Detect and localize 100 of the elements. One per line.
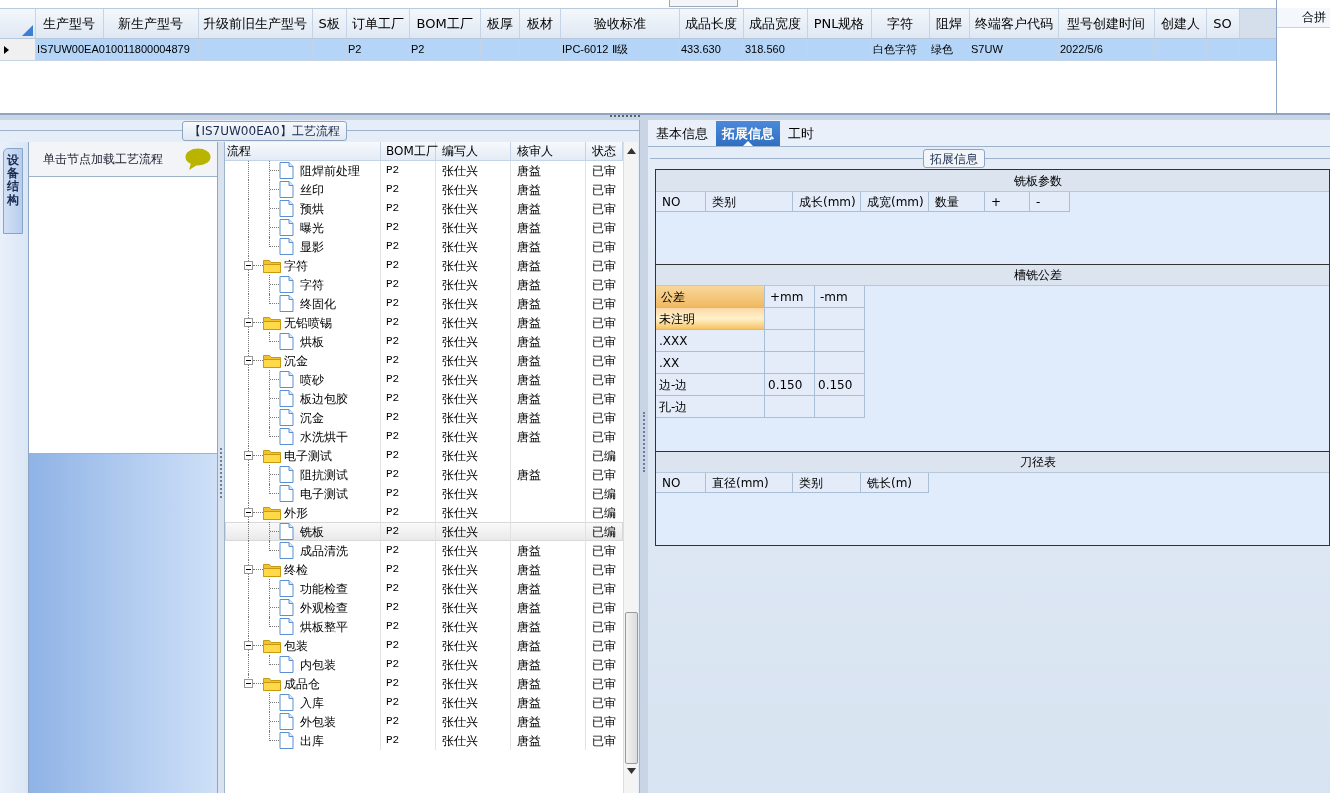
tree-row[interactable]: 电子测试 P2 张仕兴 已编 xyxy=(225,446,623,465)
table-cell-text: 已编 xyxy=(591,485,617,503)
table-cell-text: P2 xyxy=(385,429,401,445)
tab[interactable]: 拓展信息 xyxy=(716,121,780,146)
tree-node-label: 包装 xyxy=(284,637,308,655)
column-header[interactable]: 型号创建时间 xyxy=(1058,9,1155,38)
collapse-icon[interactable] xyxy=(244,261,253,270)
table-cell-text: 张仕兴 xyxy=(441,599,479,617)
row-header-cell[interactable]: .XXX xyxy=(656,330,765,352)
tree-row[interactable]: 铣板 P2 张仕兴 已编 xyxy=(225,522,623,541)
column-header[interactable]: 核审人 xyxy=(511,142,586,160)
group-title: 【IS7UW00EA0】工艺流程 xyxy=(182,121,347,141)
folder-icon xyxy=(263,448,281,463)
column-header[interactable]: S板 xyxy=(312,9,347,38)
splitter-handle[interactable] xyxy=(610,115,640,118)
table-cell-text: 张仕兴 xyxy=(441,466,479,484)
collapse-icon[interactable] xyxy=(244,641,253,650)
splitter-handle[interactable] xyxy=(668,0,738,7)
column-header[interactable]: PNL规格 xyxy=(807,9,872,38)
scroll-down-icon[interactable] xyxy=(626,768,636,774)
tree-row[interactable]: 终检 P2 张仕兴 唐益 已审 xyxy=(225,560,623,579)
table-cell-text: 已审 xyxy=(591,466,617,484)
tree-row[interactable]: 外包装 P2 张仕兴 唐益 已审 xyxy=(225,712,623,731)
row-header-cell[interactable]: 未注明 xyxy=(656,308,765,330)
tree-row[interactable]: 成品清洗 P2 张仕兴 唐益 已审 xyxy=(225,541,623,560)
column-header[interactable]: BOM工厂 xyxy=(381,142,436,160)
row-header-cell[interactable]: 孔-边 xyxy=(656,396,765,418)
splitter-handle[interactable] xyxy=(643,411,645,472)
tree-row[interactable]: 显影 P2 张仕兴 唐益 已审 xyxy=(225,237,623,256)
column-header[interactable]: 终端客户代码 xyxy=(969,9,1059,38)
tree-row[interactable]: 水洗烘干 P2 张仕兴 唐益 已审 xyxy=(225,427,623,446)
column-header[interactable]: 验收标准 xyxy=(560,9,680,38)
tree-node-label: 终固化 xyxy=(300,295,336,313)
table-cell-text: 唐益 xyxy=(516,428,542,446)
scrollbar[interactable] xyxy=(623,142,638,793)
grid-row[interactable]: IS7UW00EA010011800004879 P2 P2 IPC-6012 Ⅱ级 433.630 318.560 白色字符 绿色 S7UW 2022/5/6 xyxy=(0,39,1276,61)
column-header[interactable]: 流程 xyxy=(225,142,381,160)
splitter-handle[interactable] xyxy=(220,447,222,498)
table-cell: 2022/5/6 xyxy=(1059,39,1155,60)
tree-row[interactable]: 字符 P2 张仕兴 唐益 已审 xyxy=(225,275,623,294)
tree-row[interactable]: 喷砂 P2 张仕兴 唐益 已审 xyxy=(225,370,623,389)
table-cell-text: P2 xyxy=(385,562,401,578)
tree-row[interactable]: 沉金 P2 张仕兴 唐益 已审 xyxy=(225,408,623,427)
tree-node-label: 无铅喷锡 xyxy=(284,314,332,332)
column-header[interactable]: 阻焊 xyxy=(929,9,970,38)
column-header[interactable]: 板材 xyxy=(519,9,561,38)
tree-row[interactable]: 阻焊前处理 P2 张仕兴 唐益 已审 xyxy=(225,161,623,180)
column-header[interactable]: 字符 xyxy=(871,9,930,38)
tree-row[interactable]: 入库 P2 张仕兴 唐益 已审 xyxy=(225,693,623,712)
table-cell xyxy=(815,352,865,374)
tree-row[interactable]: 预烘 P2 张仕兴 唐益 已审 xyxy=(225,199,623,218)
collapse-icon[interactable] xyxy=(244,565,253,574)
tree-row[interactable]: 阻抗测试 P2 张仕兴 唐益 已审 xyxy=(225,465,623,484)
side-tab[interactable]: 设备结构 xyxy=(3,148,23,234)
column-header[interactable]: 新生产型号 xyxy=(103,9,199,38)
tree-row[interactable]: 字符 P2 张仕兴 唐益 已审 xyxy=(225,256,623,275)
tree-row[interactable]: 成品仓 P2 张仕兴 唐益 已审 xyxy=(225,674,623,693)
tree-row[interactable]: 电子测试 P2 张仕兴 已编 xyxy=(225,484,623,503)
row-header-cell[interactable]: 边-边 xyxy=(656,374,765,396)
tree-node-label: 出库 xyxy=(300,732,324,750)
select-all-icon[interactable] xyxy=(21,25,33,36)
tree-row[interactable]: 沉金 P2 张仕兴 唐益 已审 xyxy=(225,351,623,370)
row-header[interactable] xyxy=(0,39,36,60)
tree-row[interactable]: 功能检查 P2 张仕兴 唐益 已审 xyxy=(225,579,623,598)
tree-row[interactable]: 外观检查 P2 张仕兴 唐益 已审 xyxy=(225,598,623,617)
tree-row[interactable]: 烘板 P2 张仕兴 唐益 已审 xyxy=(225,332,623,351)
column-header[interactable]: SO xyxy=(1206,9,1240,38)
table-cell-text: 唐益 xyxy=(516,219,542,237)
tree-row[interactable]: 包装 P2 张仕兴 唐益 已审 xyxy=(225,636,623,655)
table-cell-text: 唐益 xyxy=(516,561,542,579)
table-cell: 0.150 xyxy=(815,374,865,396)
scroll-thumb[interactable] xyxy=(624,612,638,764)
tab[interactable]: 工时 xyxy=(782,121,820,146)
collapse-icon[interactable] xyxy=(244,679,253,688)
scroll-up-icon[interactable] xyxy=(626,148,636,154)
tree-row[interactable]: 丝印 P2 张仕兴 唐益 已审 xyxy=(225,180,623,199)
tree-row[interactable]: 出库 P2 张仕兴 唐益 已审 xyxy=(225,731,623,750)
collapse-icon[interactable] xyxy=(244,508,253,517)
column-header[interactable]: 创建人 xyxy=(1154,9,1207,38)
table-cell-text: 张仕兴 xyxy=(441,238,479,256)
tree-row[interactable]: 无铅喷锡 P2 张仕兴 唐益 已审 xyxy=(225,313,623,332)
tree-row[interactable]: 终固化 P2 张仕兴 唐益 已审 xyxy=(225,294,623,313)
column-header[interactable]: BOM工厂 xyxy=(409,9,481,38)
row-header-cell[interactable]: .XX xyxy=(656,352,765,374)
tree-row[interactable]: 板边包胶 P2 张仕兴 唐益 已审 xyxy=(225,389,623,408)
column-header[interactable]: 订单工厂 xyxy=(346,9,410,38)
column-header[interactable]: 板厚 xyxy=(480,9,520,38)
collapse-icon[interactable] xyxy=(244,451,253,460)
tree-row[interactable]: 烘板整平 P2 张仕兴 唐益 已审 xyxy=(225,617,623,636)
table-cell-text: 张仕兴 xyxy=(441,352,479,370)
tab[interactable]: 基本信息 xyxy=(650,121,714,146)
tree-row[interactable]: 曝光 P2 张仕兴 唐益 已审 xyxy=(225,218,623,237)
column-header[interactable]: 成品宽度 xyxy=(743,9,808,38)
column-header[interactable]: 成品长度 xyxy=(679,9,744,38)
table-cell-text: 唐益 xyxy=(516,713,542,731)
column-header[interactable]: 生产型号 xyxy=(35,9,104,38)
collapse-icon[interactable] xyxy=(244,318,253,327)
column-header[interactable]: 升级前旧生产型号 xyxy=(198,9,313,38)
collapse-icon[interactable] xyxy=(244,356,253,365)
tree-row[interactable]: 内包装 P2 张仕兴 唐益 已审 xyxy=(225,655,623,674)
